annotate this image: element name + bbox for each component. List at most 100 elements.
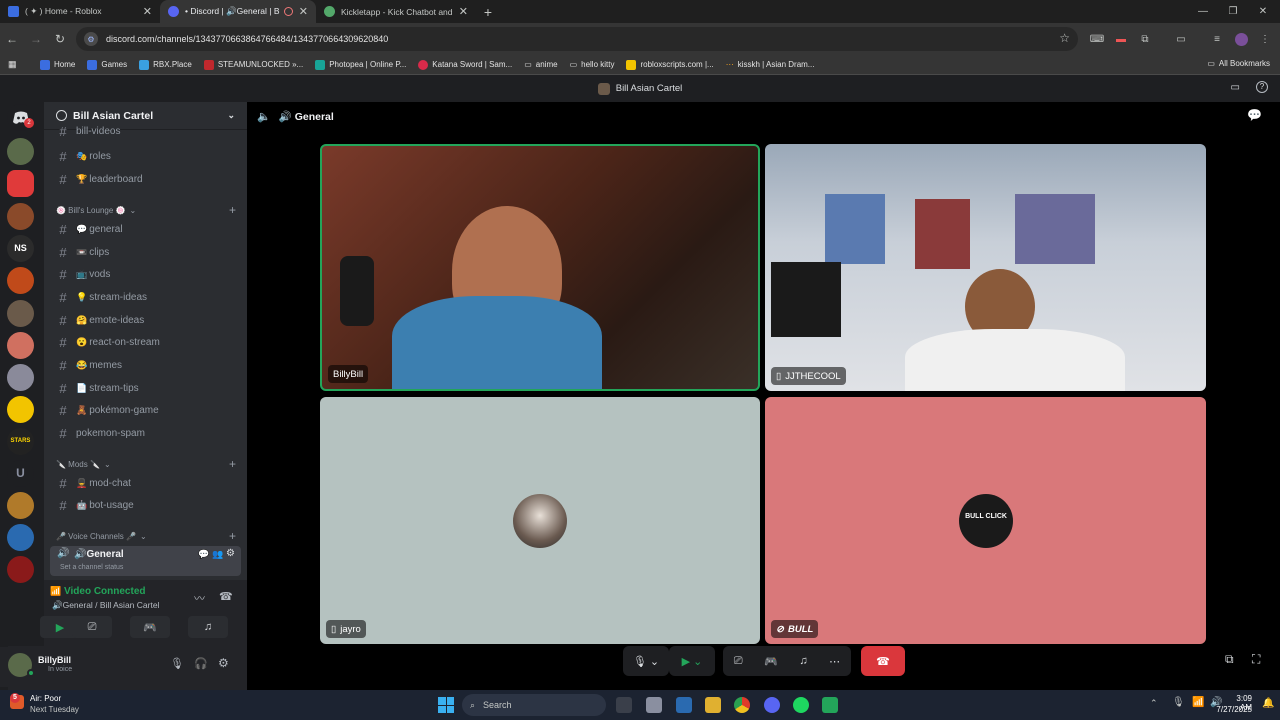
server-icon[interactable]	[7, 138, 34, 165]
bookmark-rbxplace[interactable]: RBX.Place	[139, 59, 192, 70]
app-icon[interactable]	[646, 697, 662, 713]
server-icon[interactable]	[7, 267, 34, 294]
server-icon[interactable]	[7, 170, 34, 197]
more-menu-icon[interactable]: ⋮	[1256, 30, 1274, 48]
chat-icon[interactable]: 💬	[198, 549, 209, 560]
bookmark-katana[interactable]: Katana Sword | Sam...	[418, 59, 512, 70]
window-close-button[interactable]: ✕	[1248, 0, 1278, 23]
video-tile-bull[interactable]: BULL CLICK ⊘ BULL	[765, 397, 1206, 644]
bookmark-games[interactable]: Games	[87, 59, 127, 70]
channel-pokemon-spam[interactable]: # pokemon-spam	[52, 423, 240, 443]
channel-react-on-stream[interactable]: # 😮 react-on-stream	[52, 332, 240, 352]
help-icon[interactable]: ?	[1256, 81, 1268, 93]
all-bookmarks-button[interactable]: ▭ All Bookmarks	[1207, 59, 1270, 68]
channel-pokemon-game[interactable]: # 🧸 pokémon-game	[52, 400, 240, 420]
inbox-icon[interactable]: ▭	[1231, 82, 1240, 93]
video-tile-jjthecool[interactable]: ▯ JJTHECOOL	[765, 144, 1206, 391]
wifi-icon[interactable]: 📶	[1192, 697, 1204, 708]
extensions-puzzle-icon[interactable]: ⧉	[1136, 30, 1154, 48]
gear-icon[interactable]: ⚙	[226, 548, 235, 559]
disconnect-icon[interactable]: ☎	[219, 590, 233, 603]
notifications-icon[interactable]: 🔔	[1262, 698, 1274, 709]
chat-bubble-icon[interactable]: 💬	[1247, 108, 1262, 122]
bookmark-kisskh[interactable]: ⋯ kisskh | Asian Dram...	[726, 60, 815, 69]
soundboard-icon[interactable]: ♫	[799, 655, 807, 667]
fullscreen-icon[interactable]: ⛶	[1252, 652, 1260, 667]
bookmark-hello-kitty[interactable]: ▭ hello kitty	[570, 60, 615, 69]
new-tab-button[interactable]: +	[476, 0, 500, 23]
chevron-up-icon[interactable]: ⌃	[1150, 698, 1158, 709]
server-icon[interactable]	[7, 524, 34, 551]
add-channel-icon[interactable]: +	[229, 203, 236, 217]
channel-roles[interactable]: # 🎭 roles	[52, 146, 240, 166]
server-icon[interactable]	[7, 364, 34, 391]
file-explorer-icon[interactable]	[705, 697, 721, 713]
site-info-icon[interactable]: ⚙	[84, 32, 98, 46]
add-channel-icon[interactable]: +	[229, 529, 236, 543]
server-icon[interactable]: U	[7, 460, 34, 487]
microphone-icon[interactable]: 🎙	[170, 657, 184, 670]
chrome-icon[interactable]	[734, 697, 750, 713]
clock-date[interactable]: 7/27/2025	[1212, 705, 1252, 714]
bookmark-robloxscripts[interactable]: robloxscripts.com |...	[626, 59, 714, 70]
app-icon[interactable]	[676, 697, 692, 713]
bookmark-anime[interactable]: ▭ anime	[524, 60, 557, 69]
profile-avatar[interactable]	[1232, 30, 1250, 48]
video-tile-jayro[interactable]: ▯ jayro	[320, 397, 760, 644]
category-mods[interactable]: 🔪 Mods 🔪 ⌄ +	[56, 457, 236, 471]
channel-stream-tips[interactable]: # 📄 stream-tips	[52, 378, 240, 398]
task-view-icon[interactable]	[616, 697, 632, 713]
windows-start-icon[interactable]	[438, 697, 454, 713]
bookmark-home[interactable]: Home	[40, 59, 75, 70]
restore-button[interactable]: ❐	[1218, 0, 1248, 23]
spotify-icon[interactable]	[793, 697, 809, 713]
noise-suppression-icon[interactable]: 〰	[194, 590, 205, 606]
cast-icon[interactable]: ▭	[1172, 30, 1190, 48]
kick-icon[interactable]	[822, 697, 838, 713]
connection-detail[interactable]: 🔊General / Bill Asian Cartel	[52, 600, 159, 611]
signal-icon[interactable]: 📶	[50, 586, 61, 597]
category-bills-lounge[interactable]: 🍥 Bill's Lounge 🍥 ⌄ +	[56, 203, 236, 217]
screen-share-button[interactable]: ⎚	[72, 616, 112, 638]
tab-discord[interactable]: • Discord | 🔊General | Bill ✕	[160, 0, 316, 23]
server-icon[interactable]	[7, 332, 34, 359]
channel-memes[interactable]: # 😂 memes	[52, 355, 240, 375]
channel-bot-usage[interactable]: # 🤖 bot-usage	[52, 495, 240, 515]
back-button[interactable]: ←	[0, 27, 24, 51]
apps-grid-icon[interactable]: ▦	[8, 59, 22, 70]
channel-bill-videos[interactable]: # bill-videos	[52, 125, 240, 137]
channel-emote-ideas[interactable]: # 🤗 emote-ideas	[52, 310, 240, 330]
bookmark-steamunlocked[interactable]: STEAMUNLOCKED »...	[203, 59, 303, 70]
channel-general[interactable]: # 💬 general	[52, 219, 240, 239]
server-icon[interactable]	[7, 300, 34, 327]
reload-button[interactable]: ↻	[48, 27, 72, 51]
bookmark-photopea[interactable]: Photopea | Online P...	[315, 59, 406, 70]
server-icon[interactable]	[7, 492, 34, 519]
media-icon[interactable]: ≡	[1208, 30, 1226, 48]
headphones-icon[interactable]: 🎧	[194, 657, 208, 670]
screen-share-icon[interactable]: ⎚	[734, 655, 743, 668]
server-icon[interactable]	[7, 396, 34, 423]
close-icon[interactable]: ✕	[143, 5, 152, 18]
video-tile-billybill[interactable]: BillyBill	[320, 144, 760, 391]
channel-mod-chat[interactable]: # 💂 mod-chat	[52, 473, 240, 493]
channel-vods[interactable]: # 📺 vods	[52, 264, 240, 284]
forward-button[interactable]: →	[24, 27, 48, 51]
close-icon[interactable]: ✕	[459, 5, 468, 18]
end-call-button[interactable]: ☎	[861, 646, 905, 676]
server-icon[interactable]	[7, 203, 34, 230]
extension-icon[interactable]: ⌨	[1088, 30, 1106, 48]
close-icon[interactable]: ✕	[299, 5, 308, 18]
channel-clips[interactable]: # 📼 clips	[52, 242, 240, 262]
channel-stream-ideas[interactable]: # 💡 stream-ideas	[52, 287, 240, 307]
tab-roblox[interactable]: ( ✦ ) Home - Roblox ✕	[0, 0, 160, 23]
gear-icon[interactable]: ⚙	[218, 656, 229, 670]
activity-button[interactable]: 🎮	[130, 616, 170, 638]
server-icon[interactable]: NS	[7, 235, 34, 262]
minimize-button[interactable]: —	[1188, 0, 1218, 23]
server-icon[interactable]	[7, 556, 34, 583]
chevron-down-icon[interactable]: ⌄	[227, 110, 235, 121]
voice-status-input[interactable]: Set a channel status	[60, 564, 123, 571]
mute-button[interactable]: 🎙 ⌄	[623, 646, 669, 676]
add-channel-icon[interactable]: +	[229, 457, 236, 471]
